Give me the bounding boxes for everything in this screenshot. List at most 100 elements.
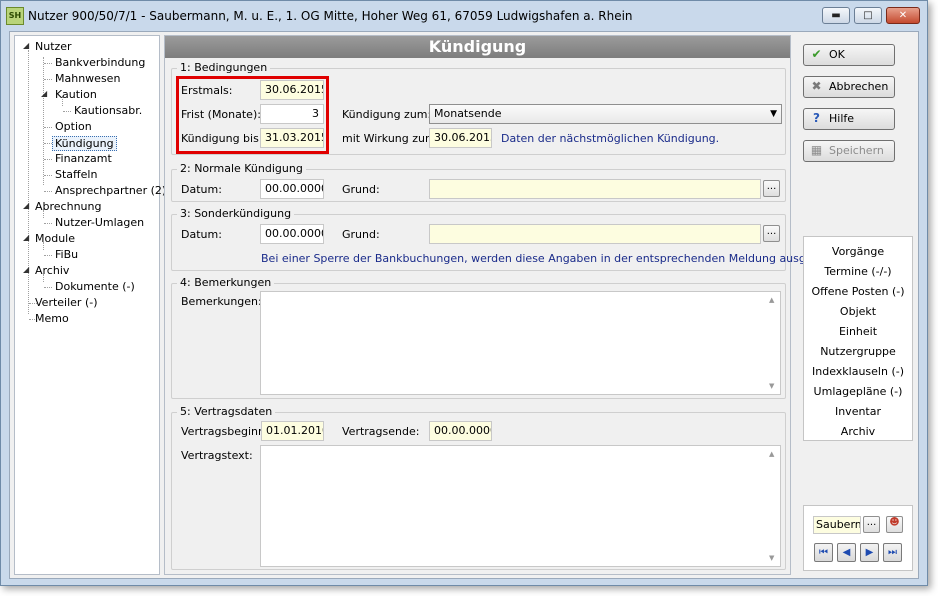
tree-item-bankverbindung[interactable]: Bankverbindung [55,56,145,69]
info-bankbuchungen: Bei einer Sperre der Bankbuchungen, werd… [261,252,851,265]
tree-item-kaution[interactable]: Kaution [55,88,97,101]
link-archiv[interactable]: Archiv [804,425,912,438]
tree-connector [44,63,52,64]
tree-item-nutzer-umlagen[interactable]: Nutzer-Umlagen [55,216,144,229]
sonder-datum-field[interactable]: 00.00.0000 [260,224,324,244]
last-record-button[interactable]: ⏭ [883,543,902,562]
maximize-icon: □ [863,10,873,21]
previous-icon: ◀ [842,547,851,558]
abbrechen-button[interactable]: ✖ Abbrechen [803,76,895,98]
close-icon: ✕ [898,10,908,21]
tree-connector [44,159,52,160]
link-einheit[interactable]: Einheit [804,325,912,338]
navigation-tree: ◢ Nutzer Bankverbindung Mahnwesen ◢ Kaut… [14,35,166,575]
previous-record-button[interactable]: ◀ [837,543,856,562]
expand-arrow-icon[interactable]: ◢ [41,89,47,98]
search-browse-button[interactable]: ... [863,516,880,533]
expand-arrow-icon[interactable]: ◢ [23,41,29,50]
link-vorgaenge[interactable]: Vorgänge [804,245,912,258]
link-umlageplaene[interactable]: Umlagepläne (-) [804,385,912,398]
scroll-down-icon[interactable]: ▼ [769,382,774,390]
search-field[interactable]: Sauberm [813,516,861,534]
tree-item-dokumente[interactable]: Dokumente (-) [55,280,135,293]
mit-wirkung-label: mit Wirkung zum: [342,132,440,145]
first-icon: ⏮ [819,547,828,558]
expand-arrow-icon[interactable]: ◢ [23,233,29,242]
vertragstext-label: Vertragstext: [181,449,253,462]
normale-datum-label: Datum: [181,183,222,196]
bemerkungen-textarea[interactable]: ▲ ▼ [260,291,781,395]
tree-item-kautionsabr[interactable]: Kautionsabr. [74,104,142,117]
link-offene-posten[interactable]: Offene Posten (-) [804,285,912,298]
normale-datum-field[interactable]: 00.00.0000 [260,179,324,199]
sonder-grund-field[interactable] [429,224,761,244]
minimize-button[interactable]: ▬ [822,7,850,24]
tree-item-archiv[interactable]: Archiv [35,264,69,277]
normale-grund-field[interactable] [429,179,761,199]
link-nutzergruppe[interactable]: Nutzergruppe [804,345,912,358]
tree-connector [44,127,52,128]
kuendigung-zum-select[interactable]: Monatsende ▼ [429,104,782,124]
maximize-button[interactable]: □ [854,7,882,24]
vertragsende-field[interactable]: 00.00.0000 [429,421,492,441]
mit-wirkung-field[interactable]: 30.06.2015 [429,128,492,148]
first-record-button[interactable]: ⏮ [814,543,833,562]
close-button[interactable]: ✕ [886,7,920,24]
tree-connector [44,79,52,80]
link-objekt[interactable]: Objekt [804,305,912,318]
scroll-up-icon[interactable]: ▲ [769,296,774,304]
tree-item-memo[interactable]: Memo [35,312,69,325]
vertragsbeginn-field[interactable]: 01.01.2010 [261,421,324,441]
kuendigung-zum-label: Kündigung zum: [342,108,432,121]
save-disk-icon: ▦ [810,143,823,157]
kuendigung-zum-value: Monatsende [434,107,502,120]
bemerkungen-scrollbar[interactable]: ▲ ▼ [765,292,780,394]
scroll-down-icon[interactable]: ▼ [769,554,774,562]
tree-item-ansprechpartner[interactable]: Ansprechpartner (2) [55,184,166,197]
title-bar: SH Nutzer 900/50/7/1 - Saubermann, M. u.… [1,1,927,31]
tree-item-option[interactable]: Option [55,120,92,133]
normale-grund-browse-button[interactable]: ... [763,180,780,197]
tree-connector [63,111,71,112]
help-icon: ? [813,111,820,125]
contacts-icon[interactable]: ☻ [886,516,903,533]
link-inventar[interactable]: Inventar [804,405,912,418]
tree-item-staffeln[interactable]: Staffeln [55,168,97,181]
bemerkungen-label: Bemerkungen: [181,295,262,308]
ok-button[interactable]: ✔ OK [803,44,895,66]
hilfe-label: Hilfe [829,112,855,125]
window-title: Nutzer 900/50/7/1 - Saubermann, M. u. E.… [28,9,633,23]
group-title-bedingungen: 1: Bedingungen [177,61,271,74]
tree-connector [44,223,52,224]
tree-connector [44,191,52,192]
tree-item-verteiler[interactable]: Verteiler (-) [35,296,98,309]
vertragsende-label: Vertragsende: [342,425,420,438]
tree-item-mahnwesen[interactable]: Mahnwesen [55,72,120,85]
tree-line [43,57,44,185]
link-termine[interactable]: Termine (-/-) [804,265,912,278]
speichern-button[interactable]: ▦ Speichern [803,140,895,162]
vertragsbeginn-label: Vertragsbeginn: [181,425,269,438]
tree-connector [44,287,52,288]
expand-arrow-icon[interactable]: ◢ [23,265,29,274]
next-record-button[interactable]: ▶ [860,543,879,562]
tree-item-finanzamt[interactable]: Finanzamt [55,152,112,165]
link-indexklauseln[interactable]: Indexklauseln (-) [804,365,912,378]
chevron-down-icon: ▼ [770,109,777,119]
tree-item-kuendigung[interactable]: Kündigung [52,136,117,151]
minimize-icon: ▬ [831,10,841,21]
tree-connector [44,255,52,256]
scroll-up-icon[interactable]: ▲ [769,450,774,458]
tree-item-module[interactable]: Module [35,232,75,245]
main-panel: Kündigung 1: Bedingungen Erstmals: 30.06… [164,35,851,575]
vertragstext-textarea[interactable]: ▲ ▼ [260,445,781,567]
tree-item-nutzer[interactable]: Nutzer [35,40,72,53]
expand-arrow-icon[interactable]: ◢ [23,201,29,210]
vertragstext-scrollbar[interactable]: ▲ ▼ [765,446,780,566]
hilfe-button[interactable]: ? Hilfe [803,108,895,130]
tree-item-fibu[interactable]: FiBu [55,248,78,261]
tree-item-abrechnung[interactable]: Abrechnung [35,200,101,213]
sonder-grund-browse-button[interactable]: ... [763,225,780,242]
action-panel: ✔ OK ✖ Abbrechen ? Hilfe ▦ Speichern Vor… [803,35,915,575]
normale-grund-label: Grund: [342,183,380,196]
